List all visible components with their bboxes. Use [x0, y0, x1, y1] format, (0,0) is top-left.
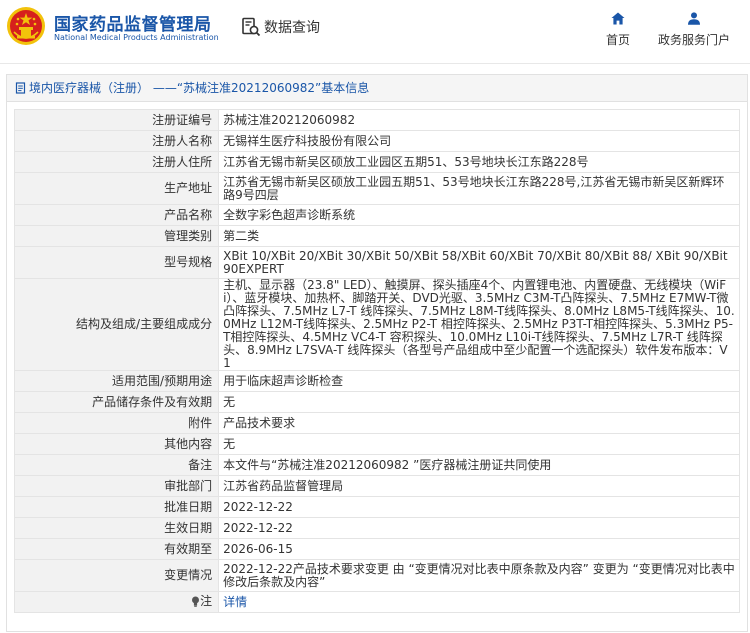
- row-label: 其他内容: [13, 433, 220, 455]
- row-label: 注册人住所: [13, 151, 220, 173]
- table-row-note: 注 详情: [13, 591, 740, 613]
- table-row: 其他内容 无: [13, 433, 740, 455]
- table-row: 注册人住所 江苏省无锡市新吴区硕放工业园区五期51、53号地块长江东路228号: [13, 151, 740, 173]
- panel-title-text: 境内医疗器械（注册） ——“苏械注准20212060982”基本信息: [29, 81, 370, 95]
- note-label: 注: [191, 593, 213, 608]
- user-icon: [688, 12, 700, 25]
- table-row: 批准日期 2022-12-22: [13, 496, 740, 518]
- detail-panel: 境内医疗器械（注册） ——“苏械注准20212060982”基本信息 注册证编号…: [6, 74, 748, 632]
- document-icon: [15, 82, 26, 94]
- org-name-en[interactable]: National Medical Products Administration: [54, 33, 219, 42]
- table-row: 管理类别 第二类: [13, 225, 740, 247]
- table-row: 生产地址 江苏省无锡市新吴区硕放工业园五期51、53号地块长江东路228号,江苏…: [13, 172, 740, 205]
- row-label: 产品储存条件及有效期: [13, 391, 220, 413]
- row-value: 2022-12-22: [218, 496, 740, 518]
- table-row: 适用范围/预期用途 用于临床超声诊断检查: [13, 370, 740, 392]
- table-row: 注册证编号 苏械注准20212060982: [13, 109, 740, 131]
- row-value: 无锡祥生医疗科技股份有限公司: [218, 130, 740, 152]
- row-label: 附件: [13, 412, 220, 434]
- row-value: 无: [218, 433, 740, 455]
- note-label-text: 注: [200, 593, 213, 608]
- header-divider: [0, 63, 750, 64]
- lightbulb-icon: [192, 596, 200, 607]
- row-value: 江苏省药品监督管理局: [218, 475, 740, 497]
- row-label: 结构及组成/主要组成成分: [13, 278, 220, 371]
- table-row: 型号规格 XBit 10/XBit 20/XBit 30/XBit 50/XBi…: [13, 246, 740, 279]
- table-row: 生效日期 2022-12-22: [13, 517, 740, 539]
- home-icon: [611, 12, 625, 25]
- row-value: 本文件与“苏械注准20212060982 ”医疗器械注册证共同使用: [218, 454, 740, 476]
- table-row: 备注 本文件与“苏械注准20212060982 ”医疗器械注册证共同使用: [13, 454, 740, 476]
- row-value: 2026-06-15: [218, 538, 740, 560]
- row-value: XBit 10/XBit 20/XBit 30/XBit 50/XBit 58/…: [218, 246, 740, 279]
- table-row: 产品名称 全数字彩色超声诊断系统: [13, 204, 740, 226]
- row-label: 生效日期: [13, 517, 220, 539]
- detail-link[interactable]: 详情: [223, 595, 247, 609]
- table-row: 审批部门 江苏省药品监督管理局: [13, 475, 740, 497]
- row-label: 生产地址: [13, 172, 220, 205]
- row-value: 江苏省无锡市新吴区硕放工业园五期51、53号地块长江东路228号,江苏省无锡市新…: [218, 172, 740, 205]
- row-value: 江苏省无锡市新吴区硕放工业园区五期51、53号地块长江东路228号: [218, 151, 740, 173]
- table-row: 变更情况 2022-12-22产品技术要求变更 由 “变更情况对比表中原条款及内…: [13, 559, 740, 592]
- row-label: 注册人名称: [13, 130, 220, 152]
- row-value: 苏械注准20212060982: [218, 109, 740, 131]
- site-header: 国家药品监督管理局 National Medical Products Admi…: [0, 0, 750, 62]
- row-label: 变更情况: [13, 559, 220, 592]
- org-name-cn[interactable]: 国家药品监督管理局: [54, 10, 212, 35]
- row-label: 型号规格: [13, 246, 220, 279]
- data-query-link[interactable]: 数据查询: [241, 16, 320, 38]
- table-row: 有效期至 2026-06-15: [13, 538, 740, 560]
- row-label: 有效期至: [13, 538, 220, 560]
- row-value: 第二类: [218, 225, 740, 247]
- row-label: 备注: [13, 454, 220, 476]
- table-row: 结构及组成/主要组成成分 主机、显示器（23.8" LED）、触摸屏、探头插座4…: [13, 278, 740, 371]
- data-query-label: 数据查询: [264, 20, 320, 36]
- nav-gov-service[interactable]: 政务服务门户: [654, 12, 734, 48]
- row-value: 2022-12-22产品技术要求变更 由 “变更情况对比表中原条款及内容” 变更…: [218, 559, 740, 592]
- note-value-cell: 详情: [218, 591, 740, 613]
- nav-home-label: 首页: [605, 33, 630, 47]
- row-label: 批准日期: [13, 496, 220, 518]
- national-emblem-icon[interactable]: [6, 6, 46, 46]
- row-label: 产品名称: [13, 204, 220, 226]
- nav-gov-label: 政务服务门户: [657, 33, 730, 47]
- table-row: 附件 产品技术要求: [13, 412, 740, 434]
- note-label-cell: 注: [13, 591, 220, 613]
- row-label: 注册证编号: [13, 109, 220, 131]
- row-label: 适用范围/预期用途: [13, 370, 220, 392]
- row-value: 无: [218, 391, 740, 413]
- row-value: 2022-12-22: [218, 517, 740, 539]
- row-label: 管理类别: [13, 225, 220, 247]
- row-value: 主机、显示器（23.8" LED）、触摸屏、探头插座4个、内置锂电池、内置硬盘、…: [218, 278, 740, 371]
- table-row: 注册人名称 无锡祥生医疗科技股份有限公司: [13, 130, 740, 152]
- document-search-icon: [242, 17, 261, 37]
- panel-title: 境内医疗器械（注册） ——“苏械注准20212060982”基本信息: [7, 75, 747, 102]
- row-label: 审批部门: [13, 475, 220, 497]
- nav-home[interactable]: 首页: [600, 12, 636, 48]
- row-value: 产品技术要求: [218, 412, 740, 434]
- row-value: 全数字彩色超声诊断系统: [218, 204, 740, 226]
- row-value: 用于临床超声诊断检查: [218, 370, 740, 392]
- detail-table: 注册证编号 苏械注准20212060982 注册人名称 无锡祥生医疗科技股份有限…: [13, 109, 740, 613]
- table-row: 产品储存条件及有效期 无: [13, 391, 740, 413]
